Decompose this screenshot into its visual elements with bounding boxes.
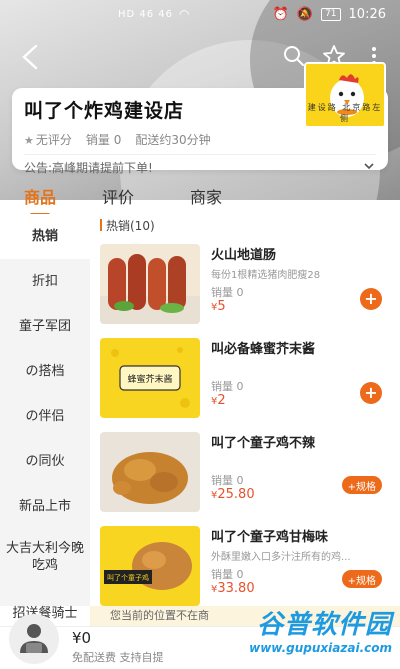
shopping-bag-icon — [9, 614, 59, 664]
logo-caption: 建设路 北京路左侧 — [307, 103, 383, 123]
product-description: 每份1根精选猪肉肥瘦28 — [211, 270, 321, 281]
product-description: 外酥里嫩入口多汁注所有的鸡... — [211, 552, 351, 563]
category-lucky-chicken[interactable]: 大吉大利今晚吃鸡 — [0, 529, 90, 585]
clock: 10:26 — [348, 6, 386, 22]
tab-merchant[interactable]: 商家 — [190, 184, 222, 208]
back-arrow-icon — [22, 44, 38, 70]
tab-products[interactable]: 商品 — [24, 184, 56, 216]
search-icon — [284, 46, 304, 66]
store-notice[interactable]: 公告:高峰期请提前下单! — [24, 154, 376, 176]
product-name: 叫必备蜂蜜芥末酱 — [211, 342, 316, 357]
product-name: 叫了个童子鸡甘梅味 — [211, 530, 329, 545]
alarm-icon: ⏰ — [272, 6, 289, 22]
svg-text:叫了个童子鸡: 叫了个童子鸡 — [107, 573, 149, 582]
search-button[interactable] — [282, 44, 306, 68]
watermark-url: www.gupuxiazai.com — [249, 641, 392, 655]
category-sidebar: 热销 折扣 童子军团 の搭档 の伴侣 の同伙 新品上市 大吉大利今晚吃鸡 招送餐… — [0, 214, 90, 621]
signal-indicator: HD 46 46 — [118, 8, 174, 20]
product-name: 叫了个童子鸡不辣 — [211, 436, 316, 451]
product-item[interactable]: 叫了个童子鸡 叫了个童子鸡甘梅味 外酥里嫩入口多汁注所有的鸡... 销量 0 ¥… — [90, 518, 400, 606]
svg-text:蜂蜜芥末酱: 蜂蜜芥末酱 — [127, 373, 172, 385]
status-bar: HD 46 46 ◠ ⏰ 🔕 71 10:26 — [0, 0, 400, 28]
category-discount[interactable]: 折扣 — [0, 259, 90, 304]
wifi-icon: ◠ — [179, 7, 190, 21]
product-price: ¥25.80 — [211, 487, 255, 502]
product-sales: 销量 0 — [211, 286, 244, 299]
category-ally[interactable]: の同伙 — [0, 439, 90, 484]
chevron-down-icon — [364, 163, 374, 170]
watermark-title: 谷普软件园 — [256, 610, 392, 640]
back-button[interactable] — [18, 42, 44, 72]
section-marker — [100, 219, 102, 231]
product-image-plum-chicken: 叫了个童子鸡 — [100, 526, 200, 606]
delivery-note: 免配送费 支持自提 — [72, 651, 164, 664]
product-image-sausage — [100, 244, 200, 324]
add-to-cart-button[interactable]: + — [360, 382, 382, 404]
cart-button[interactable] — [8, 613, 60, 665]
cart-total: ¥0 — [72, 629, 92, 647]
category-new-arrivals[interactable]: 新品上市 — [0, 484, 90, 529]
product-item[interactable]: 蜂蜜芥末酱 叫必备蜂蜜芥末酱 销量 0 ¥2 + — [90, 330, 400, 424]
product-price: ¥2 — [211, 393, 226, 408]
product-item[interactable]: 叫了个童子鸡不辣 销量 0 ¥25.80 +规格 — [90, 424, 400, 518]
battery-indicator: 71 — [321, 7, 341, 21]
product-image-sauce: 蜂蜜芥末酱 — [100, 338, 200, 418]
category-hot[interactable]: 热销 — [0, 214, 90, 259]
product-sales: 销量 0 — [211, 568, 244, 581]
category-boy-scout[interactable]: 童子军团 — [0, 304, 90, 349]
tab-reviews[interactable]: 评价 — [102, 184, 134, 208]
product-sales: 销量 0 — [211, 474, 244, 487]
product-name: 火山地道肠 — [211, 248, 277, 263]
store-meta: ★ 无评分 销量 0 配送约30分钟 — [24, 131, 376, 148]
product-sales: 销量 0 — [211, 380, 244, 393]
add-to-cart-button[interactable]: + — [360, 288, 382, 310]
product-image-fried-chicken — [100, 432, 200, 512]
store-rating: ★ 无评分 — [24, 133, 72, 147]
product-item[interactable]: 火山地道肠 每份1根精选猪肉肥瘦28 销量 0 ¥5 + — [90, 236, 400, 330]
watermark: 谷普软件园 www.gupuxiazai.com — [249, 604, 392, 655]
rating-star-icon: ★ — [24, 134, 34, 147]
store-delivery-time: 配送约30分钟 — [135, 133, 211, 147]
product-list: 热销(10) 火山地道肠 每份1根精选猪肉肥瘦28 销量 0 ¥5 + 蜂蜜芥末… — [90, 214, 400, 606]
store-logo: 建设路 北京路左侧 — [304, 62, 386, 128]
section-title: 热销(10) — [90, 214, 400, 236]
tab-bar: 商品 评价 商家 — [0, 180, 400, 216]
category-partner[interactable]: の搭档 — [0, 349, 90, 394]
store-notice-text: 公告:高峰期请提前下单! — [24, 161, 153, 175]
product-price: ¥5 — [211, 299, 226, 314]
product-price: ¥33.80 — [211, 581, 255, 596]
category-companion[interactable]: の伴侣 — [0, 394, 90, 439]
select-spec-button[interactable]: +规格 — [341, 476, 382, 494]
mute-icon: 🔕 — [296, 6, 314, 22]
store-sales: 销量 0 — [85, 133, 122, 147]
select-spec-button[interactable]: +规格 — [341, 570, 382, 588]
